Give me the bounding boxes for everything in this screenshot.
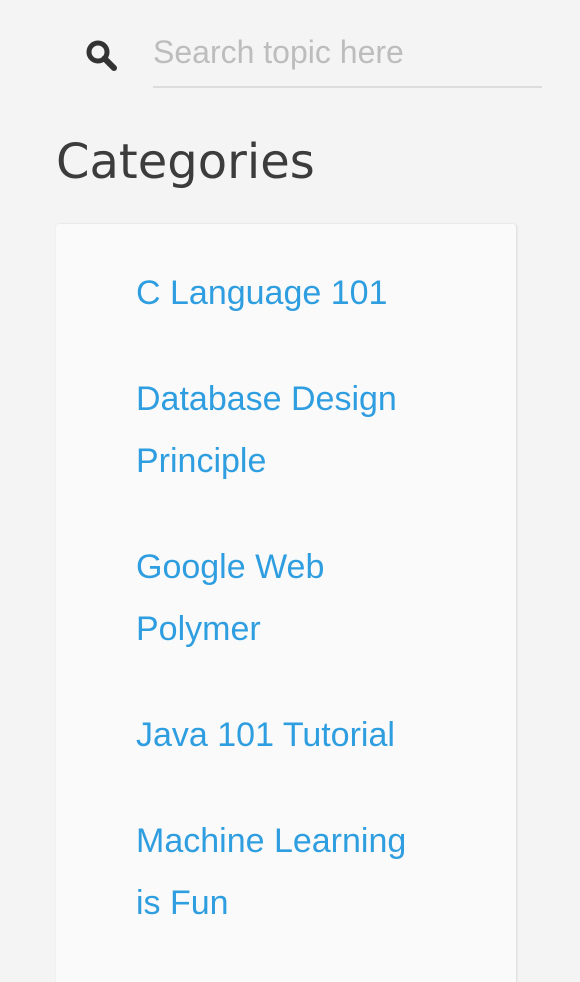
category-link-c-language-101[interactable]: C Language 101 [136,262,426,324]
search-input[interactable] [153,18,542,88]
list-item: C Language 101 [56,262,516,324]
list-item: Java 101 Tutorial [56,704,516,766]
list-item: Database Design Principle [56,368,516,492]
search-icon[interactable] [84,38,120,74]
search-bar [0,0,580,100]
category-link-machine-learning-is-fun[interactable]: Machine Learning is Fun [136,810,426,934]
page: Categories C Language 101 Database Desig… [0,0,580,982]
category-link-database-design-principle[interactable]: Database Design Principle [136,368,426,492]
categories-card: C Language 101 Database Design Principle… [56,224,516,982]
list-item: Machine Learning is Fun [56,810,516,934]
category-list: C Language 101 Database Design Principle… [56,224,516,934]
category-link-google-web-polymer[interactable]: Google Web Polymer [136,536,426,660]
list-item: Google Web Polymer [56,536,516,660]
categories-title: Categories [56,134,315,190]
category-link-java-101-tutorial[interactable]: Java 101 Tutorial [136,704,426,766]
